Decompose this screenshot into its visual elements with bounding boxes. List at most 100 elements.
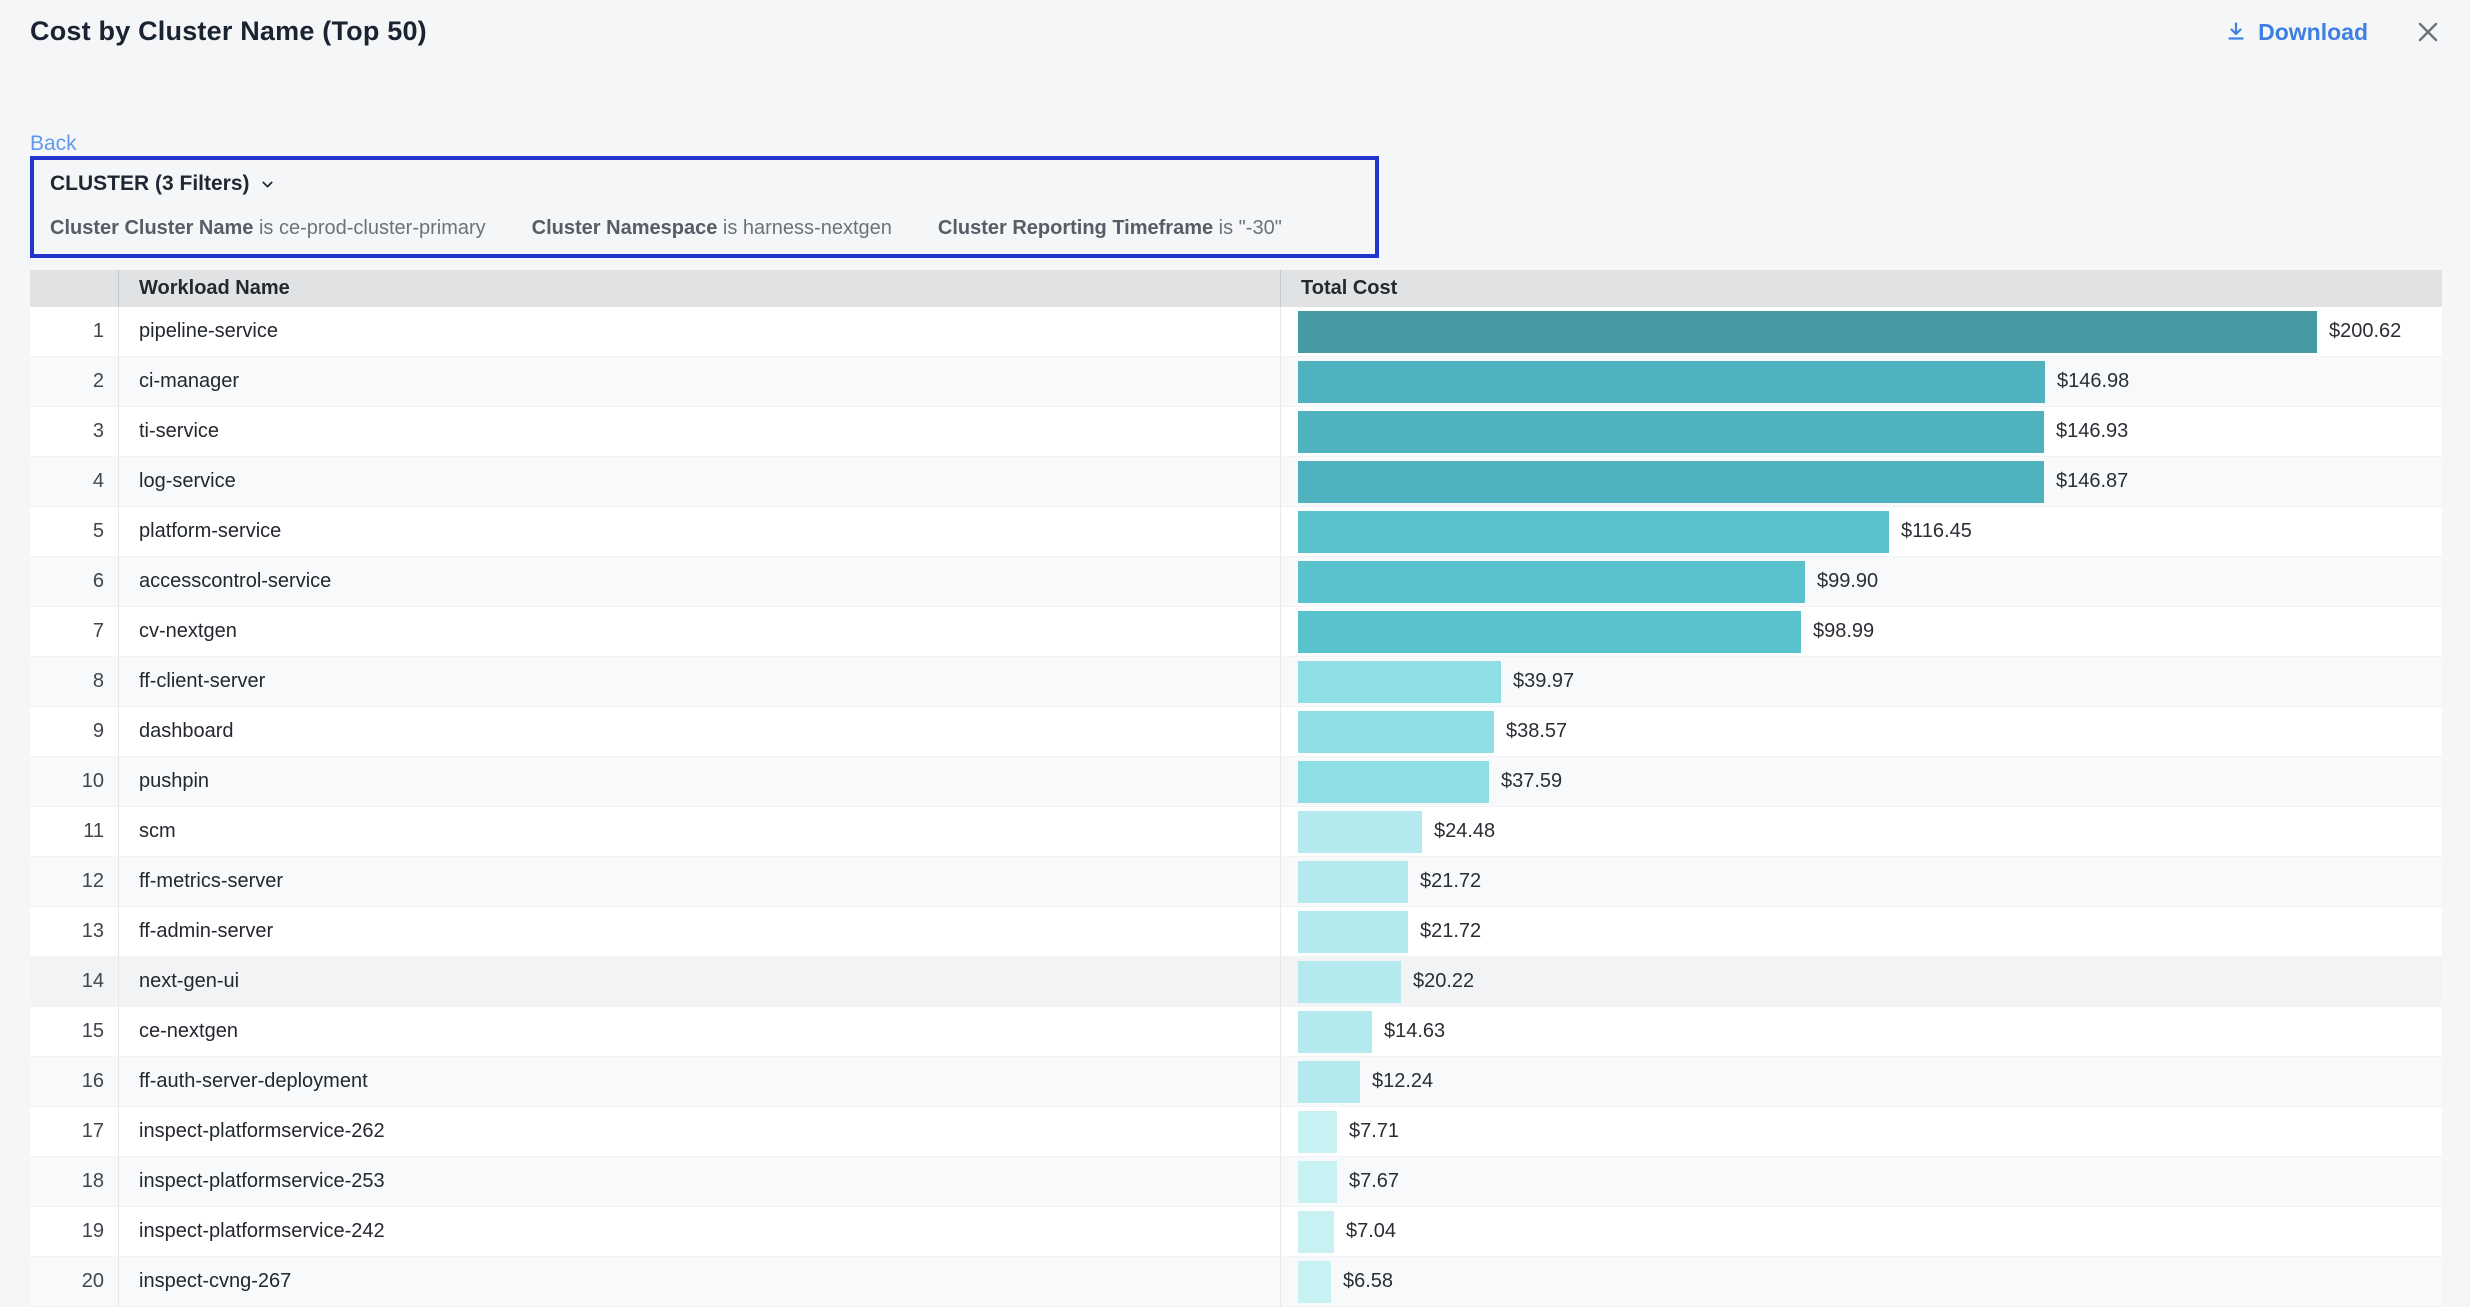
row-rank: 12 [30,857,118,906]
total-cost-cell: $200.62 [1280,307,2442,356]
filter-item[interactable]: Cluster Cluster Name is ce-prod-cluster-… [50,216,486,240]
row-rank: 18 [30,1157,118,1206]
table-row[interactable]: 11 scm $24.48 [30,807,2442,857]
total-cost-cell: $24.48 [1280,807,2442,856]
row-rank: 7 [30,607,118,656]
total-cost-cell: $20.22 [1280,957,2442,1006]
cost-value: $21.72 [1420,920,1481,943]
row-rank: 13 [30,907,118,956]
table-row[interactable]: 8 ff-client-server $39.97 [30,657,2442,707]
cost-table: Workload Name Total Cost 1 pipeline-serv… [30,270,2442,1307]
header-actions: Download [2224,18,2442,46]
row-rank: 10 [30,757,118,806]
table-row[interactable]: 18 inspect-platformservice-253 $7.67 [30,1157,2442,1207]
total-cost-cell: $146.93 [1280,407,2442,456]
table-header-row: Workload Name Total Cost [30,270,2442,307]
cost-value: $20.22 [1413,970,1474,993]
workload-name: ff-admin-server [118,907,1280,956]
workload-name: cv-nextgen [118,607,1280,656]
table-row[interactable]: 15 ce-nextgen $14.63 [30,1007,2442,1057]
total-cost-cell: $7.67 [1280,1157,2442,1206]
row-rank: 11 [30,807,118,856]
table-row[interactable]: 5 platform-service $116.45 [30,507,2442,557]
total-cost-cell: $98.99 [1280,607,2442,656]
row-rank: 3 [30,407,118,456]
workload-name: inspect-platformservice-242 [118,1207,1280,1256]
row-rank: 6 [30,557,118,606]
table-row[interactable]: 20 inspect-cvng-267 $6.58 [30,1257,2442,1307]
row-rank: 5 [30,507,118,556]
filter-item[interactable]: Cluster Reporting Timeframe is "-30" [938,216,1282,240]
workload-name: ff-client-server [118,657,1280,706]
total-cost-cell: $7.04 [1280,1207,2442,1256]
filter-field: Cluster Cluster Name [50,217,253,239]
workload-name: inspect-cvng-267 [118,1257,1280,1306]
filter-item[interactable]: Cluster Namespace is harness-nextgen [532,216,892,240]
total-cost-cell: $14.63 [1280,1007,2442,1056]
cost-value: $99.90 [1817,570,1878,593]
workload-name: ce-nextgen [118,1007,1280,1056]
workload-name: inspect-platformservice-253 [118,1157,1280,1206]
cost-bar [1298,1161,1337,1203]
table-body: 1 pipeline-service $200.62 2 ci-manager … [30,307,2442,1307]
cost-bar [1298,511,1889,553]
download-label: Download [2258,19,2368,46]
total-cost-cell: $37.59 [1280,757,2442,806]
cost-bar [1298,411,2044,453]
close-icon [2414,34,2442,49]
table-row[interactable]: 6 accesscontrol-service $99.90 [30,557,2442,607]
cost-value: $6.58 [1343,1270,1393,1293]
filter-list: Cluster Cluster Name is ce-prod-cluster-… [50,216,1359,240]
table-row[interactable]: 7 cv-nextgen $98.99 [30,607,2442,657]
cost-bar [1298,311,2317,353]
row-rank: 8 [30,657,118,706]
table-row[interactable]: 14 next-gen-ui $20.22 [30,957,2442,1007]
cost-value: $98.99 [1813,620,1874,643]
workload-name: ff-auth-server-deployment [118,1057,1280,1106]
cost-value: $21.72 [1420,870,1481,893]
table-row[interactable]: 12 ff-metrics-server $21.72 [30,857,2442,907]
table-row[interactable]: 17 inspect-platformservice-262 $7.71 [30,1107,2442,1157]
cost-bar [1298,1211,1334,1253]
workload-name: ti-service [118,407,1280,456]
row-rank: 1 [30,307,118,356]
table-row[interactable]: 4 log-service $146.87 [30,457,2442,507]
table-row[interactable]: 3 ti-service $146.93 [30,407,2442,457]
filter-condition: is "-30" [1213,217,1282,239]
cost-value: $38.57 [1506,720,1567,743]
cost-bar [1298,961,1401,1003]
cost-value: $7.67 [1349,1170,1399,1193]
table-row[interactable]: 10 pushpin $37.59 [30,757,2442,807]
cost-bar [1298,561,1805,603]
column-header-rank [30,270,118,307]
cost-bar [1298,461,2044,503]
cost-value: $12.24 [1372,1070,1433,1093]
chevron-down-icon [259,176,276,193]
workload-name: pushpin [118,757,1280,806]
cost-bar [1298,1061,1360,1103]
table-row[interactable]: 19 inspect-platformservice-242 $7.04 [30,1207,2442,1257]
table-row[interactable]: 1 pipeline-service $200.62 [30,307,2442,357]
total-cost-cell: $12.24 [1280,1057,2442,1106]
cost-bar [1298,861,1408,903]
column-header-workload-name[interactable]: Workload Name [118,270,1280,307]
close-button[interactable] [2414,18,2442,46]
workload-name: platform-service [118,507,1280,556]
table-row[interactable]: 13 ff-admin-server $21.72 [30,907,2442,957]
back-link[interactable]: Back [30,132,77,156]
cost-value: $39.97 [1513,670,1574,693]
row-rank: 16 [30,1057,118,1106]
workload-name: ci-manager [118,357,1280,406]
download-button[interactable]: Download [2224,19,2368,46]
cost-value: $146.93 [2056,420,2128,443]
filter-group-toggle[interactable]: CLUSTER (3 Filters) [50,172,276,196]
total-cost-cell: $99.90 [1280,557,2442,606]
table-row[interactable]: 2 ci-manager $146.98 [30,357,2442,407]
column-header-total-cost[interactable]: Total Cost [1280,270,2442,307]
workload-name: ff-metrics-server [118,857,1280,906]
cost-value: $7.04 [1346,1220,1396,1243]
table-row[interactable]: 9 dashboard $38.57 [30,707,2442,757]
table-row[interactable]: 16 ff-auth-server-deployment $12.24 [30,1057,2442,1107]
total-cost-cell: $39.97 [1280,657,2442,706]
row-rank: 14 [30,957,118,1006]
